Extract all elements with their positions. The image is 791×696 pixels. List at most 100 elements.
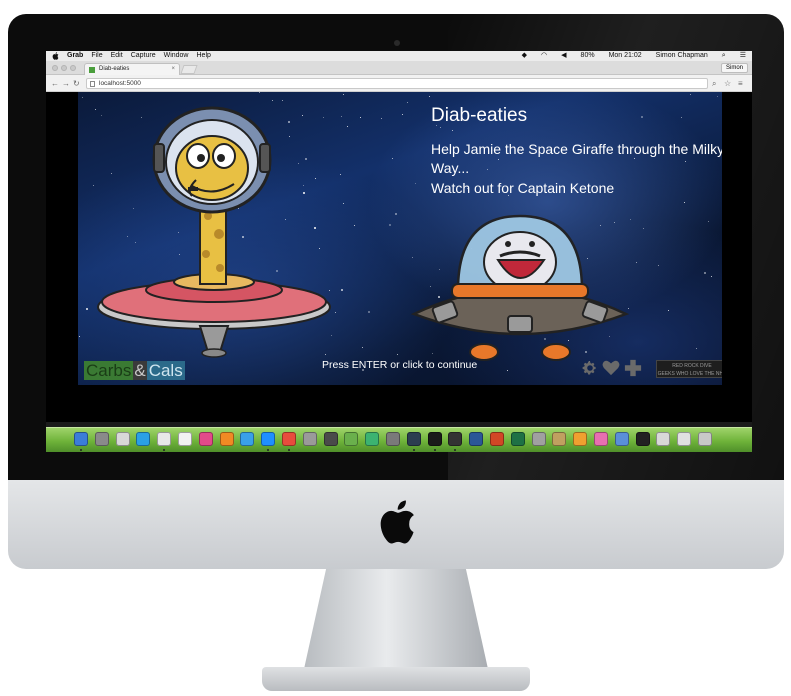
stand-neck (304, 569, 488, 669)
github-icon[interactable] (448, 432, 462, 446)
red-rock-dive-badge[interactable]: RED ROCK DIVE GEEKS WHO LOVE THE NHS (656, 360, 722, 378)
game-canvas[interactable]: Diab-eaties Help Jamie the Space Giraffe… (78, 92, 722, 385)
star (658, 265, 659, 266)
dropbox-icon[interactable]: ◆ (522, 51, 527, 61)
sublime-icon[interactable] (324, 432, 338, 446)
bookmark-star-icon[interactable]: ☆ (724, 79, 731, 88)
browser-toolbar: ← → ↻ localhost:5000 ⌕ ☆ ≡ (46, 75, 752, 92)
menu-file[interactable]: File (91, 51, 102, 61)
star (381, 118, 382, 119)
apple-menu-icon[interactable] (52, 52, 59, 60)
menu-help[interactable]: Help (197, 51, 211, 61)
star (343, 94, 344, 95)
itunes-icon[interactable] (199, 432, 213, 446)
maps-icon[interactable] (365, 432, 379, 446)
star (684, 202, 685, 203)
trash-icon[interactable] (698, 432, 712, 446)
chrome-menu-icon[interactable]: ≡ (738, 79, 743, 88)
photos-icon[interactable] (157, 432, 171, 446)
reload-icon[interactable]: ↻ (73, 79, 80, 88)
notification-center-icon[interactable]: ☰ (740, 51, 746, 61)
excel-icon[interactable] (511, 432, 525, 446)
downloads-icon[interactable] (656, 432, 670, 446)
menu-window[interactable]: Window (164, 51, 189, 61)
running-indicator (163, 449, 165, 451)
profile-button[interactable]: Simon (720, 63, 748, 73)
tools-icon[interactable] (552, 432, 566, 446)
spotlight-icon[interactable]: ⌕ (722, 51, 726, 61)
gear-icon[interactable] (582, 360, 598, 376)
star (79, 336, 80, 337)
star (407, 102, 408, 103)
menu-capture[interactable]: Capture (131, 51, 156, 61)
zoom-icon[interactable]: ⌕ (712, 79, 716, 88)
star (415, 183, 416, 184)
star (402, 114, 403, 115)
clock[interactable]: Mon 21:02 (609, 51, 642, 61)
menu-app-name[interactable]: Grab (67, 51, 83, 61)
calculator-icon[interactable] (303, 432, 317, 446)
running-indicator (434, 449, 436, 451)
star (341, 289, 343, 291)
star (708, 221, 709, 222)
continue-prompt[interactable]: Press ENTER or click to continue (322, 359, 477, 371)
star (354, 225, 355, 226)
screen: Grab File Edit Capture Window Help ◆ ◠ ◀… (46, 51, 752, 452)
finder2-icon[interactable] (615, 432, 629, 446)
codebox-icon[interactable] (407, 432, 421, 446)
heart-icon[interactable] (602, 360, 620, 376)
finder-icon[interactable] (74, 432, 88, 446)
launchpad-icon[interactable] (95, 432, 109, 446)
forward-arrow-icon[interactable]: → (62, 79, 70, 88)
calendar-icon[interactable] (178, 432, 192, 446)
star (397, 354, 398, 355)
star (429, 96, 430, 97)
close-window-icon[interactable] (52, 65, 58, 71)
documents-icon[interactable] (677, 432, 691, 446)
star (395, 213, 397, 215)
safari-icon[interactable] (261, 432, 275, 446)
photos2-icon[interactable] (594, 432, 608, 446)
running-indicator (413, 449, 415, 451)
new-tab-button[interactable] (180, 65, 198, 74)
preview-icon[interactable] (116, 432, 130, 446)
wifi-icon[interactable]: ◠ (541, 51, 547, 61)
mobile-icon[interactable] (344, 432, 358, 446)
star (93, 185, 94, 186)
space-giraffe-illustration (97, 106, 331, 358)
tab-diab-eaties[interactable]: Diab-eaties × (84, 63, 180, 75)
minimize-window-icon[interactable] (61, 65, 67, 71)
chrome-icon[interactable] (282, 432, 296, 446)
browser-tabbar: Diab-eaties × Simon (46, 61, 752, 75)
user-name[interactable]: Simon Chapman (656, 51, 708, 61)
system-prefs-icon[interactable] (386, 432, 400, 446)
plus-icon[interactable] (624, 359, 642, 377)
star (360, 117, 361, 118)
apple-logo-icon (380, 500, 414, 544)
ibooks-icon[interactable] (220, 432, 234, 446)
terminal-icon[interactable] (428, 432, 442, 446)
back-arrow-icon[interactable]: ← (51, 79, 59, 88)
star (282, 100, 283, 101)
terminal2-icon[interactable] (636, 432, 650, 446)
menu-edit[interactable]: Edit (111, 51, 123, 61)
tab-close-icon[interactable]: × (171, 64, 175, 75)
settings-icon[interactable] (573, 432, 587, 446)
game-intro-text: Help Jamie the Space Giraffe through the… (431, 141, 722, 176)
battery-percent[interactable]: 80% (581, 51, 595, 61)
star (711, 276, 712, 277)
star (717, 96, 718, 97)
instruments-icon[interactable] (532, 432, 546, 446)
star (340, 174, 341, 175)
maximize-window-icon[interactable] (70, 65, 76, 71)
word-icon[interactable] (469, 432, 483, 446)
volume-icon[interactable]: ◀ (561, 51, 566, 61)
skype-icon[interactable] (136, 432, 150, 446)
address-bar[interactable]: localhost:5000 (86, 78, 708, 89)
star (389, 224, 391, 226)
powerpoint-icon[interactable] (490, 432, 504, 446)
badge-title: RED ROCK DIVE (672, 363, 712, 369)
game-title: Diab-eaties (431, 105, 528, 126)
logo-cals: Cals (146, 361, 185, 380)
app-store-icon[interactable] (240, 432, 254, 446)
